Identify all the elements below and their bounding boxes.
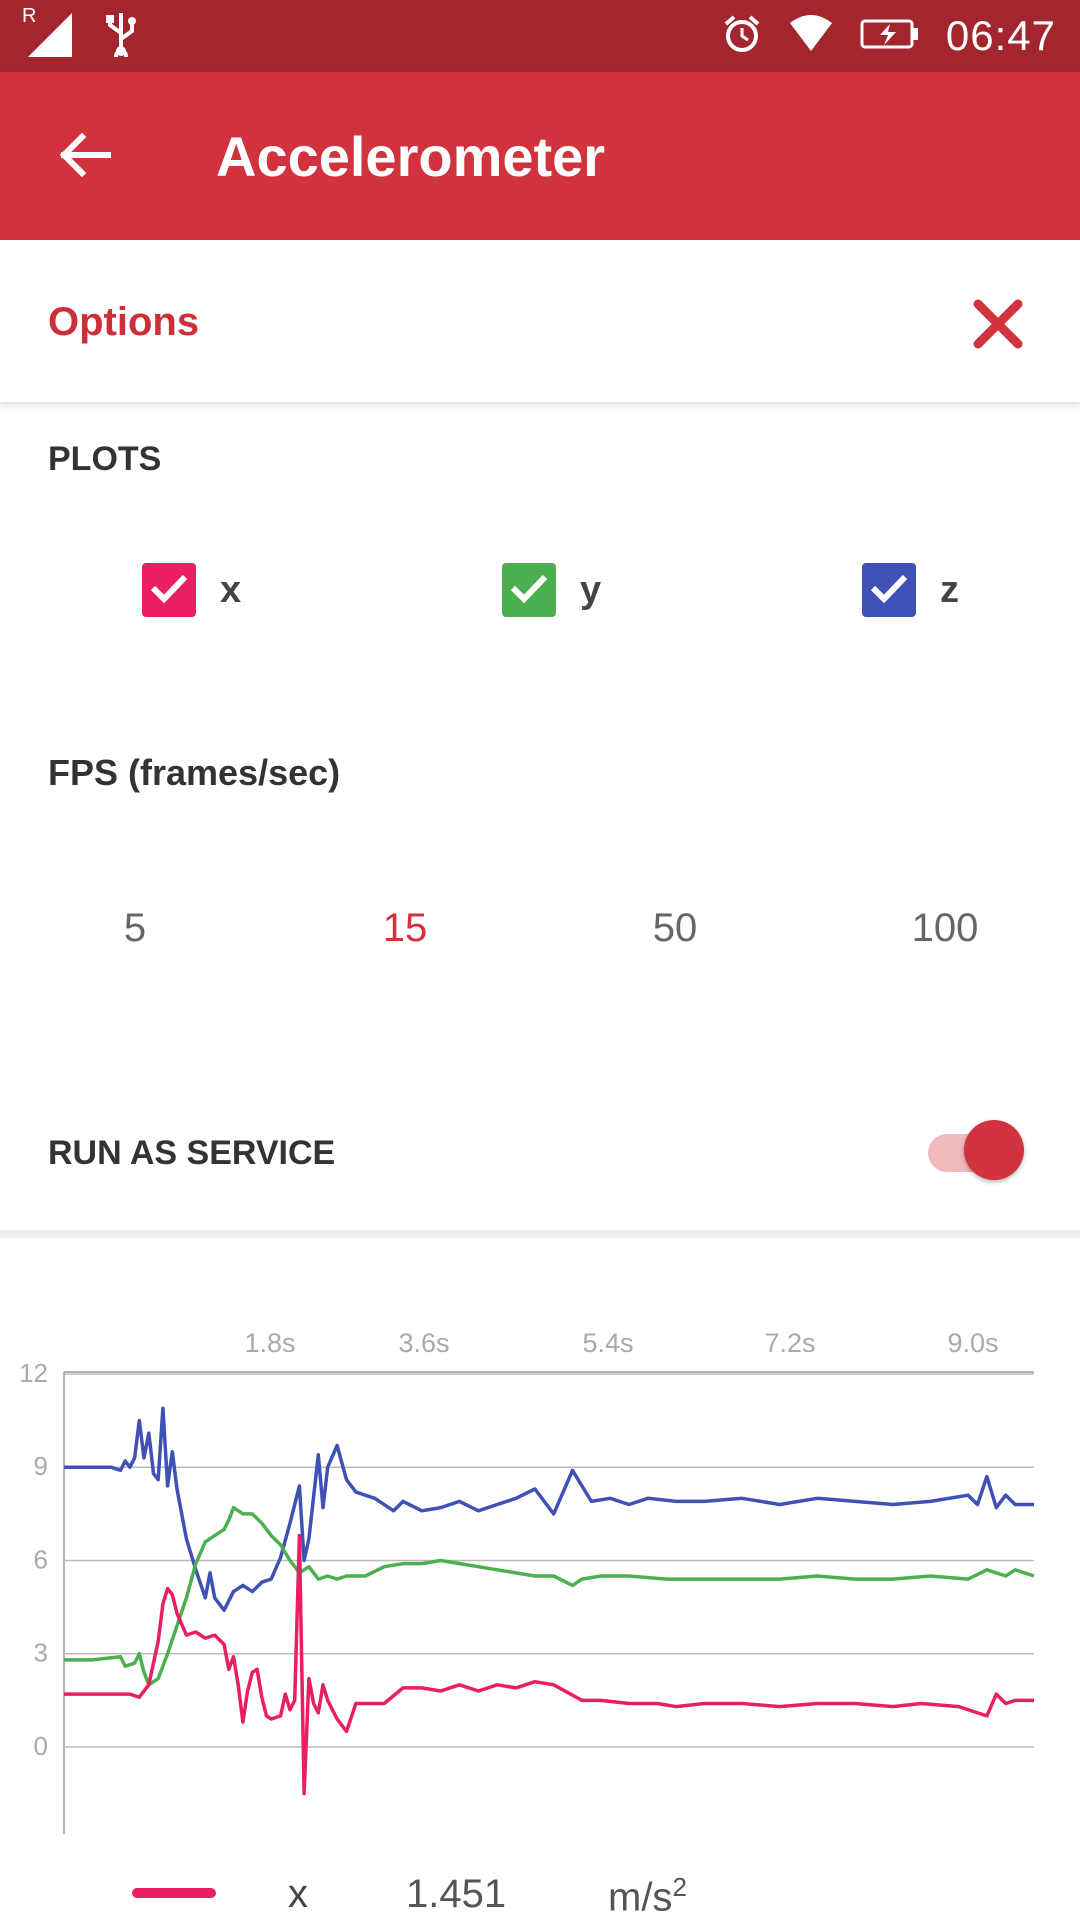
close-options-button[interactable]: [966, 294, 1030, 358]
app-bar: Accelerometer: [0, 72, 1080, 240]
fps-option-100[interactable]: 100: [865, 906, 1025, 951]
y-tick-label: 12: [19, 1358, 48, 1388]
plot-y-checkbox[interactable]: y: [502, 562, 601, 618]
page-title: Accelerometer: [216, 125, 606, 188]
checkbox-y[interactable]: [502, 563, 556, 617]
usb-icon: [104, 11, 138, 63]
checkbox-x[interactable]: [142, 563, 196, 617]
x-tick-label: 7.2s: [764, 1328, 815, 1358]
y-tick-label: 6: [34, 1544, 48, 1574]
x-tick-label: 9.0s: [947, 1328, 998, 1358]
checkbox-y-label: y: [580, 568, 602, 611]
legend-unit-base: m/s: [608, 1875, 673, 1920]
plot-z-checkbox[interactable]: z: [862, 562, 959, 618]
legend-label: x: [288, 1872, 308, 1916]
check-icon: [869, 571, 909, 610]
checkbox-z-label: z: [940, 568, 959, 611]
legend-swatch-x: [132, 1888, 216, 1898]
plots-label: PLOTS: [48, 440, 162, 478]
wifi-icon: [788, 14, 834, 58]
roaming-indicator: R: [22, 5, 37, 27]
fps-label: FPS (frames/sec): [48, 752, 341, 793]
arrow-back-icon: [58, 132, 112, 183]
status-left: R: [22, 5, 138, 63]
fps-option-5[interactable]: 5: [55, 906, 215, 951]
fps-option-15[interactable]: 15: [325, 906, 485, 951]
fps-option-50[interactable]: 50: [595, 906, 755, 951]
x-tick-label: 1.8s: [244, 1328, 295, 1358]
checkbox-x-label: x: [220, 568, 242, 611]
run-as-service-label: RUN AS SERVICE: [48, 1134, 336, 1172]
check-icon: [509, 571, 549, 610]
legend-value: 1.451: [406, 1872, 507, 1916]
check-icon: [149, 571, 189, 610]
plot-x-checkbox[interactable]: x: [142, 562, 241, 618]
series-line-y: [64, 1505, 1035, 1687]
run-as-service-toggle[interactable]: [924, 1120, 1024, 1184]
legend: x 1.451 m/s2: [0, 1860, 1080, 1920]
status-bar: R 06:47: [0, 0, 1080, 72]
signal-icon: R: [22, 5, 74, 61]
accelerometer-chart: 12 9 6 3 0 1.8s 3.6s 5.4s 7.2s 9.0s: [19, 1328, 1035, 1834]
y-tick-label: 3: [34, 1638, 48, 1668]
status-time: 06:47: [945, 12, 1056, 59]
close-icon: [972, 298, 1024, 355]
options-title: Options: [48, 300, 200, 344]
x-tick-label: 5.4s: [582, 1328, 633, 1358]
legend-unit-exponent: 2: [672, 1872, 687, 1902]
x-tick-label: 3.6s: [398, 1328, 449, 1358]
legend-unit: m/s2: [608, 1872, 687, 1920]
divider: [0, 1230, 1080, 1238]
toggle-thumb: [964, 1120, 1024, 1180]
options-header: Options: [0, 240, 1080, 404]
back-button[interactable]: [50, 122, 120, 192]
alarm-icon: [722, 14, 762, 59]
battery-charging-icon: [860, 18, 920, 55]
y-tick-label: 9: [34, 1451, 48, 1481]
status-right: 06:47: [722, 8, 1056, 64]
checkbox-z[interactable]: [862, 563, 916, 617]
y-tick-label: 0: [34, 1731, 48, 1761]
